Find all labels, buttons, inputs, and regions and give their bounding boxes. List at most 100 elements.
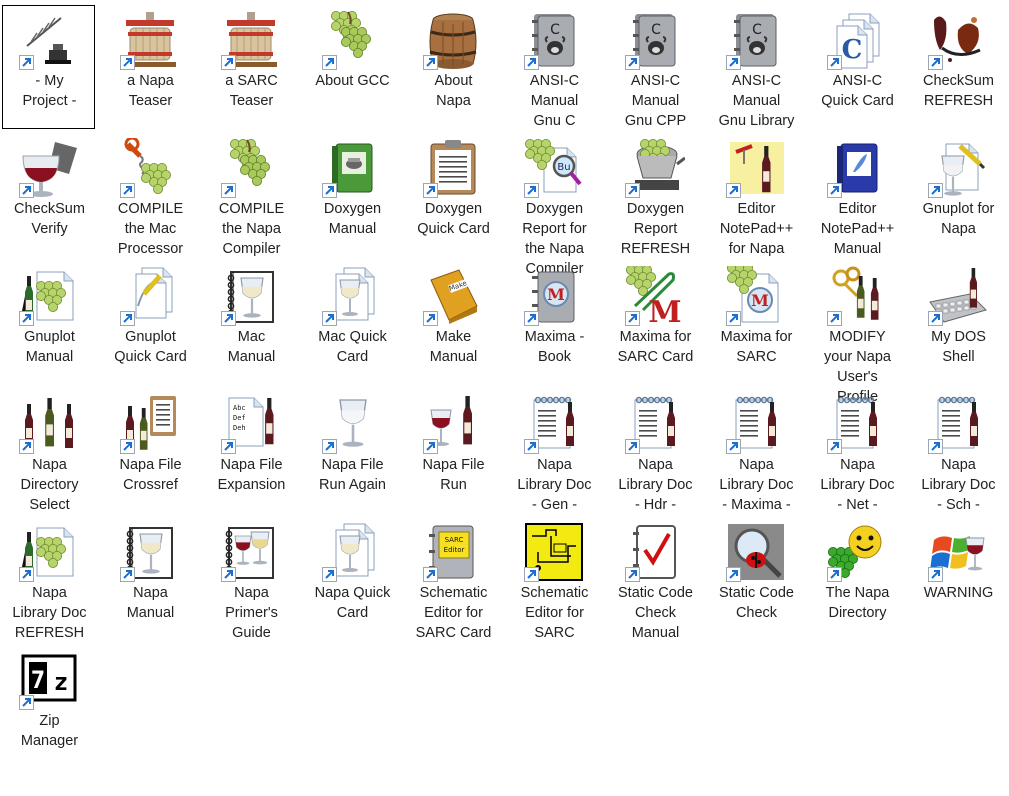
desktop-shortcut[interactable]: Doxygen Quick Card: [406, 133, 499, 257]
shortcut-label: ANSI-C Manual Gnu Library: [718, 73, 795, 129]
desktop-shortcut[interactable]: M Maxima for SARC Card: [608, 261, 701, 385]
shortcut-label: About Napa: [434, 73, 473, 109]
svg-text:C: C: [550, 22, 560, 38]
desktop-shortcut[interactable]: Make Make Manual: [406, 261, 499, 385]
desktop-shortcut[interactable]: M Maxima - Book: [507, 261, 600, 385]
svg-text:M: M: [547, 285, 565, 304]
shortcut-label: Gnuplot Manual: [24, 329, 75, 365]
desktop-shortcut[interactable]: Static Code Check: [709, 517, 802, 641]
shortcut-arrow-icon: [524, 311, 539, 326]
desktop-shortcut[interactable]: Bu Doxygen Report for the Napa Compiler: [507, 133, 600, 277]
shortcut-arrow-icon: [19, 183, 34, 198]
document-bottle-icon: Abc Def Deh: [221, 394, 281, 454]
shortcut-label: Zip Manager: [20, 713, 79, 749]
svg-text:C: C: [651, 22, 661, 38]
desktop-shortcut[interactable]: Napa Library Doc - Maxima -: [709, 389, 802, 513]
desktop-shortcut[interactable]: C ANSI-C Quick Card: [810, 5, 903, 129]
shortcut-arrow-icon: [221, 55, 236, 70]
desktop-shortcut[interactable]: - My Project -: [2, 5, 95, 129]
shortcut-label: a Napa Teaser: [127, 73, 174, 109]
shortcut-arrow-icon: [827, 311, 842, 326]
desktop-shortcut[interactable]: a Napa Teaser: [103, 5, 196, 129]
desktop: - My Project - a Napa Teaser a SARC Teaser…: [0, 0, 1009, 796]
shortcut-label: Schematic Editor for SARC Card: [415, 585, 492, 641]
svg-text:M: M: [751, 291, 769, 310]
desktop-shortcut[interactable]: Napa Manual: [103, 517, 196, 641]
shortcut-arrow-icon: [19, 55, 34, 70]
desktop-shortcut[interactable]: Napa File Crossref: [103, 389, 196, 513]
desktop-shortcut[interactable]: Napa Library Doc - Sch -: [911, 389, 1004, 513]
desktop-shortcut[interactable]: CheckSum REFRESH: [911, 5, 1004, 129]
shortcut-arrow-icon: [120, 55, 135, 70]
desktop-shortcut[interactable]: About Napa: [406, 5, 499, 129]
desktop-shortcut[interactable]: CheckSum Verify: [2, 133, 95, 257]
desktop-shortcut[interactable]: Gnuplot Manual: [2, 261, 95, 385]
gnu-c-manual-icon: C: [726, 10, 786, 70]
shortcut-label: CheckSum Verify: [14, 201, 85, 237]
desktop-shortcut[interactable]: My DOS Shell: [911, 261, 1004, 385]
glass-bottle-icon: [423, 394, 483, 454]
desktop-shortcut[interactable]: Editor NotePad++ Manual: [810, 133, 903, 257]
clipboard-icon: [423, 138, 483, 198]
shortcut-arrow-icon: [221, 439, 236, 454]
svg-text:z: z: [54, 668, 68, 696]
desktop-shortcut[interactable]: C ANSI-C Manual Gnu Library: [709, 5, 802, 129]
desktop-shortcut[interactable]: Napa Library Doc - Hdr -: [608, 389, 701, 513]
shortcut-label: COMPILE the Napa Compiler: [218, 201, 285, 257]
desktop-shortcut[interactable]: Napa Library Doc - Net -: [810, 389, 903, 513]
desktop-shortcut[interactable]: Mac Manual: [204, 261, 297, 385]
shortcut-label: Mac Manual: [227, 329, 276, 365]
wine-press-icon: [120, 10, 180, 70]
desktop-shortcut[interactable]: The Napa Directory: [810, 517, 903, 641]
shortcut-label: Maxima - Book: [524, 329, 585, 365]
svg-text:Def: Def: [233, 414, 246, 422]
desktop-shortcut[interactable]: COMPILE the Napa Compiler: [204, 133, 297, 257]
shortcut-arrow-icon: [928, 183, 943, 198]
shortcut-arrow-icon: [726, 311, 741, 326]
desktop-shortcut[interactable]: Abc Def Deh Napa File Expansion: [204, 389, 297, 513]
desktop-shortcut[interactable]: Editor NotePad++ for Napa: [709, 133, 802, 257]
shortcut-arrow-icon: [827, 567, 842, 582]
shortcut-arrow-icon: [322, 311, 337, 326]
desktop-shortcut[interactable]: About GCC: [305, 5, 398, 129]
project-folder-icon: [19, 10, 79, 70]
desktop-shortcut[interactable]: MODIFY your Napa User's Profile: [810, 261, 903, 405]
desktop-shortcut[interactable]: C ANSI-C Manual Gnu C: [507, 5, 600, 129]
desktop-shortcut[interactable]: Schematic Editor for SARC: [507, 517, 600, 641]
notepad-bottle-icon: [726, 394, 786, 454]
shortcut-label: The Napa Directory: [825, 585, 890, 621]
desktop-shortcut[interactable]: Napa Primer's Guide: [204, 517, 297, 641]
svg-text:Editor: Editor: [444, 546, 465, 554]
shortcut-arrow-icon: [423, 439, 438, 454]
desktop-shortcut[interactable]: a SARC Teaser: [204, 5, 297, 129]
grinder-icon: [625, 138, 685, 198]
desktop-shortcut[interactable]: M Maxima for SARC: [709, 261, 802, 385]
desktop-shortcut[interactable]: WARNING: [911, 517, 1004, 641]
desktop-shortcut[interactable]: Napa Directory Select: [2, 389, 95, 513]
desktop-shortcut[interactable]: Gnuplot Quick Card: [103, 261, 196, 385]
desktop-shortcut[interactable]: SARC Editor Schematic Editor for SARC Card: [406, 517, 499, 641]
desktop-shortcut[interactable]: Doxygen Report REFRESH: [608, 133, 701, 257]
desktop-shortcut[interactable]: Gnuplot for Napa: [911, 133, 1004, 257]
desktop-shortcut[interactable]: Napa File Run: [406, 389, 499, 513]
shortcut-arrow-icon: [726, 183, 741, 198]
shortcut-label: Napa Manual: [126, 585, 175, 621]
desktop-shortcut[interactable]: Napa File Run Again: [305, 389, 398, 513]
shortcut-label: Napa Library Doc - Maxima -: [719, 457, 794, 513]
desktop-shortcut[interactable]: Napa Library Doc REFRESH: [2, 517, 95, 641]
desktop-shortcut[interactable]: Doxygen Manual: [305, 133, 398, 257]
shortcut-label: Napa Library Doc - Hdr -: [618, 457, 693, 513]
notepad-bottle-icon: [827, 394, 887, 454]
desktop-shortcut[interactable]: Mac Quick Card: [305, 261, 398, 385]
desktop-shortcut[interactable]: Napa Quick Card: [305, 517, 398, 641]
desktop-shortcut[interactable]: Napa Library Doc - Gen -: [507, 389, 600, 513]
grapes-document-icon: [19, 266, 79, 326]
desktop-shortcut[interactable]: COMPILE the Mac Processor: [103, 133, 196, 257]
desktop-shortcut[interactable]: Static Code Check Manual: [608, 517, 701, 641]
shortcut-arrow-icon: [524, 183, 539, 198]
notepad-bottle-icon: [928, 394, 988, 454]
desktop-shortcut[interactable]: 7 z Zip Manager: [2, 645, 95, 769]
corkscrew-grapes-icon: [120, 138, 180, 198]
desktop-shortcut[interactable]: C ANSI-C Manual Gnu CPP: [608, 5, 701, 129]
wine-glass-icon: [19, 138, 79, 198]
